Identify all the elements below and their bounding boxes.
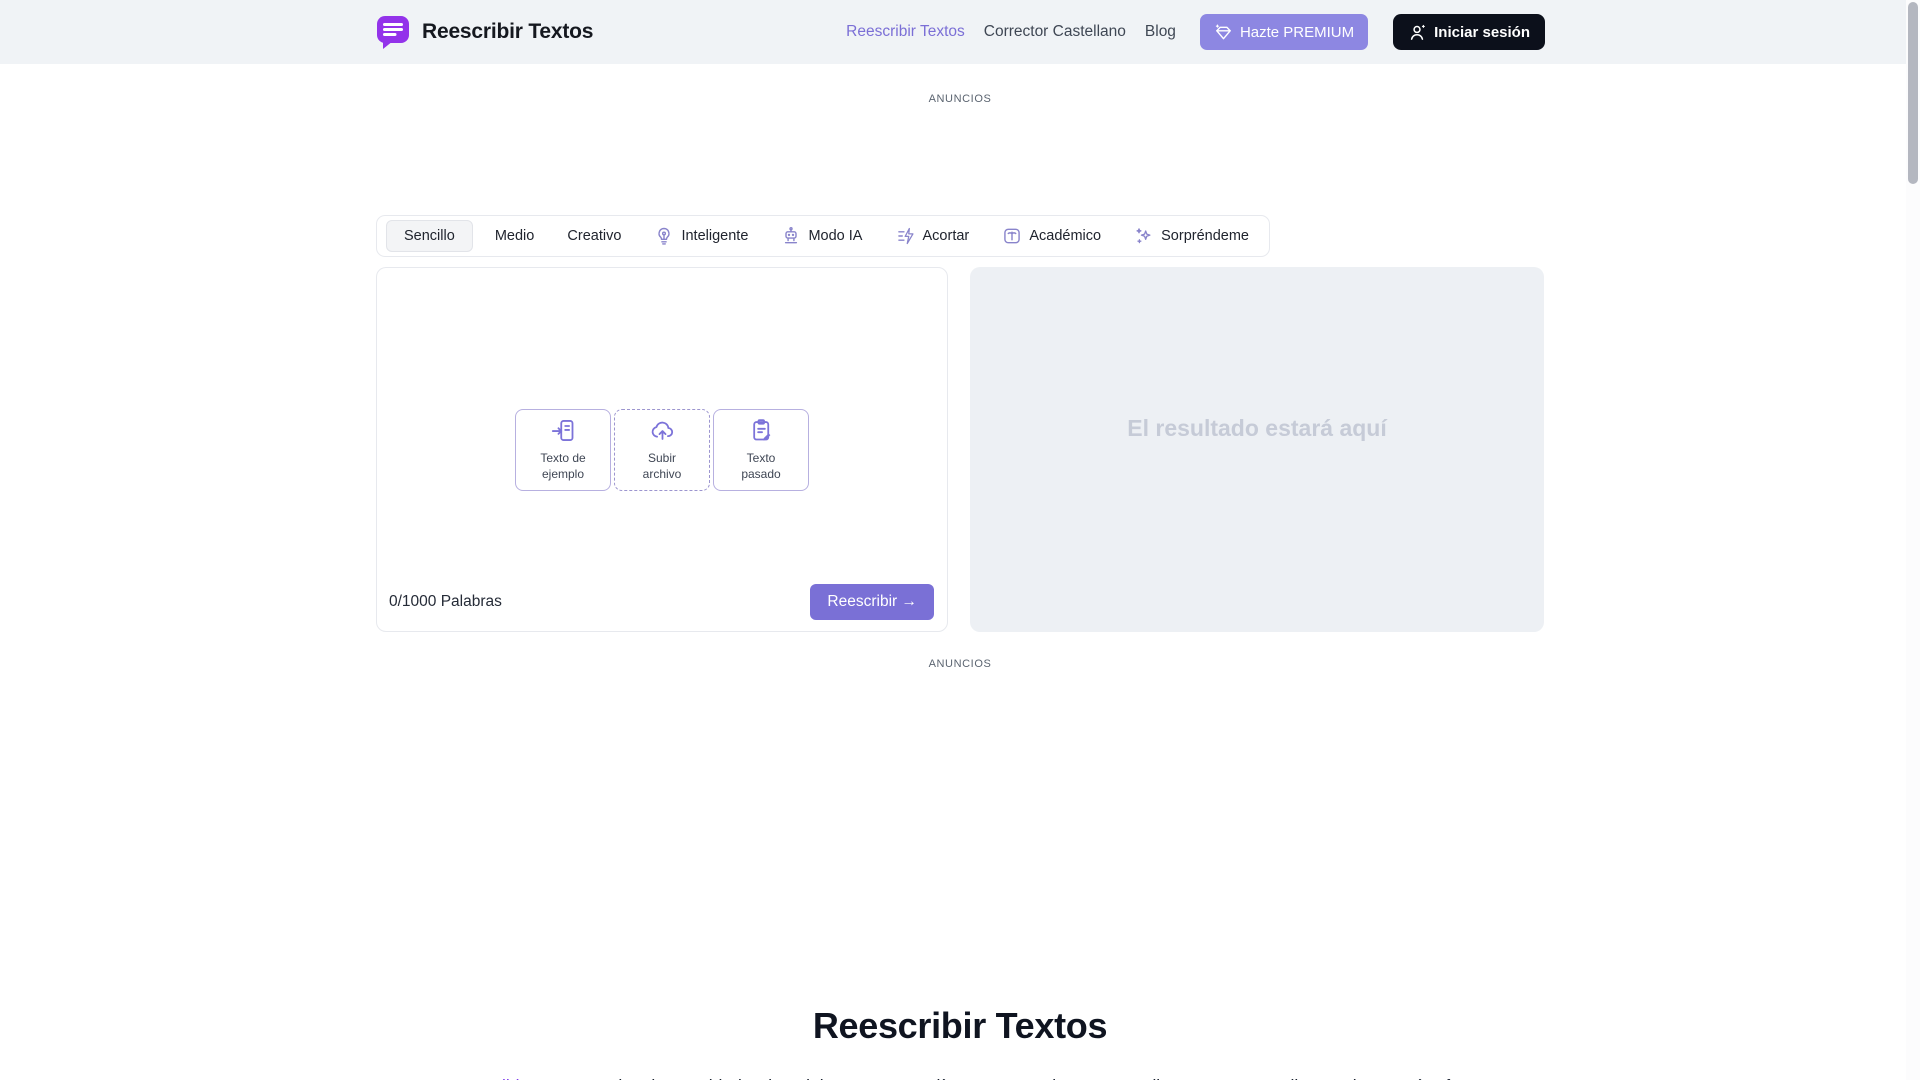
upload-file-label: Subir archivo bbox=[629, 451, 695, 482]
sample-text-button[interactable]: Texto de ejemplo bbox=[515, 409, 611, 491]
tab-modo-ia[interactable]: Modo IA bbox=[770, 218, 873, 254]
page-title: Reescribir Textos bbox=[0, 1005, 1920, 1047]
tab-label: Sorpréndeme bbox=[1161, 228, 1249, 244]
tab-label: Inteligente bbox=[681, 228, 748, 244]
ad-slot-top: ANUNCIOS bbox=[0, 64, 1920, 215]
book-icon bbox=[1002, 226, 1022, 246]
nav-corrector-castellano[interactable]: Corrector Castellano bbox=[984, 23, 1126, 41]
tab-inteligente[interactable]: Inteligente bbox=[643, 218, 759, 254]
paste-text-label: Texto pasado bbox=[728, 451, 794, 482]
login-button-label: Iniciar sesión bbox=[1434, 24, 1530, 41]
nav-reescribir-textos[interactable]: Reescribir Textos bbox=[846, 23, 965, 41]
premium-button-label: Hazte PREMIUM bbox=[1240, 24, 1354, 41]
editor-footer: 0/1000 Palabras Reescribir → bbox=[389, 584, 934, 620]
tab-sencillo[interactable]: Sencillo bbox=[386, 220, 473, 252]
sparkles-icon bbox=[1134, 226, 1154, 246]
logo-chat-icon bbox=[375, 14, 411, 50]
brand[interactable]: Reescribir Textos bbox=[375, 14, 593, 50]
upload-file-button[interactable]: Subir archivo bbox=[614, 409, 710, 491]
scrollbar-track[interactable] bbox=[1906, 0, 1920, 1080]
paste-text-icon bbox=[748, 417, 775, 444]
tab-label: Creativo bbox=[567, 228, 621, 244]
robot-icon bbox=[781, 226, 801, 246]
scrollbar-thumb[interactable] bbox=[1908, 2, 1918, 184]
tab-label: Sencillo bbox=[404, 228, 455, 244]
tab-label: Modo IA bbox=[808, 228, 862, 244]
main-nav: Reescribir Textos Corrector Castellano B… bbox=[846, 14, 1545, 50]
seo-section: Reescribir Textos Reescribir Textos es e… bbox=[0, 1005, 1920, 1080]
rewrite-button[interactable]: Reescribir → bbox=[810, 584, 934, 620]
ad-label-bottom: ANUNCIOS bbox=[929, 658, 992, 670]
lightbulb-icon bbox=[654, 226, 674, 246]
login-button[interactable]: Iniciar sesión bbox=[1393, 14, 1545, 50]
paste-text-button[interactable]: Texto pasado bbox=[713, 409, 809, 491]
seo-inline-link[interactable]: Reescribir Textos bbox=[447, 1076, 581, 1080]
seo-paragraph: Reescribir Textos es el mejor cambiador … bbox=[350, 1073, 1570, 1080]
tab-sorprendeme[interactable]: Sorpréndeme bbox=[1123, 218, 1260, 254]
quick-actions: Texto de ejemplo Subir archivo bbox=[377, 409, 947, 491]
ad-label-top: ANUNCIOS bbox=[929, 93, 992, 105]
gem-icon bbox=[1214, 23, 1233, 42]
result-panel: El resultado estará aquí bbox=[970, 267, 1544, 632]
premium-button[interactable]: Hazte PREMIUM bbox=[1200, 14, 1368, 50]
nav-blog[interactable]: Blog bbox=[1145, 23, 1176, 41]
header: Reescribir Textos Reescribir Textos Corr… bbox=[0, 0, 1920, 64]
tab-label: Académico bbox=[1029, 228, 1101, 244]
user-icon bbox=[1408, 23, 1427, 42]
mode-tabbar: Sencillo Medio Creativo Inteligente bbox=[376, 215, 1270, 257]
result-placeholder: El resultado estará aquí bbox=[1127, 415, 1386, 442]
tab-label: Medio bbox=[495, 228, 535, 244]
sample-text-label: Texto de ejemplo bbox=[530, 451, 596, 482]
shorten-icon bbox=[896, 226, 916, 246]
tab-medio[interactable]: Medio bbox=[484, 220, 546, 252]
tab-creativo[interactable]: Creativo bbox=[556, 220, 632, 252]
ad-slot-bottom: ANUNCIOS bbox=[0, 632, 1920, 672]
text-input-area[interactable]: Texto de ejemplo Subir archivo bbox=[376, 267, 948, 632]
brand-title: Reescribir Textos bbox=[422, 20, 593, 44]
upload-cloud-icon bbox=[649, 417, 676, 444]
word-count: 0/1000 Palabras bbox=[389, 593, 502, 611]
sample-text-icon bbox=[550, 417, 577, 444]
tab-label: Acortar bbox=[923, 228, 970, 244]
seo-paragraph-text: es el mejor cambiador de palabras con IA… bbox=[580, 1076, 1473, 1080]
tab-acortar[interactable]: Acortar bbox=[885, 218, 981, 254]
tab-academico[interactable]: Académico bbox=[991, 218, 1112, 254]
